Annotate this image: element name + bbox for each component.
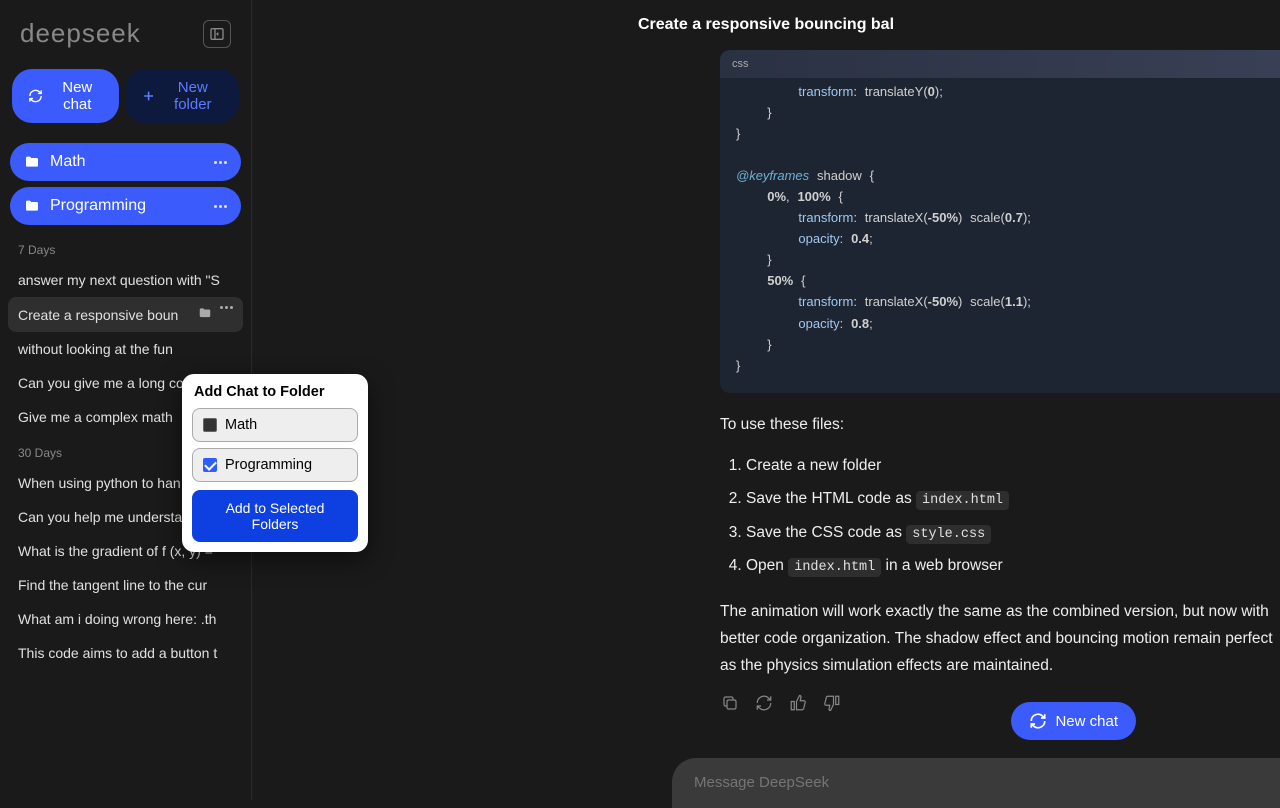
new-chat-button[interactable]: New chat — [12, 69, 119, 123]
copy-button[interactable] — [720, 693, 740, 713]
list-item: Save the HTML code as index.html — [746, 485, 1280, 513]
chat-body: css transform: translateY(0); } } @keyfr… — [252, 50, 1280, 800]
refresh-icon — [1029, 712, 1047, 730]
folder-programming[interactable]: Programming — [10, 187, 241, 225]
folder-label: Math — [50, 153, 86, 171]
copy-icon — [721, 694, 739, 712]
add-to-folder-popup: Add Chat to Folder Math Programming Add … — [182, 374, 368, 552]
chat-item[interactable]: Find the tangent line to the cur — [0, 568, 251, 602]
folder-icon — [198, 306, 212, 320]
code-content: transform: translateY(0); } } @keyframes… — [720, 78, 1280, 393]
thumbs-up-icon — [789, 694, 807, 712]
folder-list: Math Programming — [0, 143, 251, 231]
folder-math[interactable]: Math — [10, 143, 241, 181]
steps-list: Create a new folder Save the HTML code a… — [720, 452, 1280, 580]
refresh-icon — [28, 87, 43, 105]
folder-option-programming[interactable]: Programming — [192, 448, 358, 482]
thumbs-down-icon — [823, 694, 841, 712]
assistant-response: To use these files: Create a new folder … — [720, 411, 1280, 714]
folder-option-label: Programming — [225, 457, 312, 473]
folder-icon — [24, 198, 40, 214]
thumbs-up-button[interactable] — [788, 693, 808, 713]
conversation-title: Create a responsive bouncing bal — [252, 0, 1280, 50]
code-block: css transform: translateY(0); } } @keyfr… — [720, 50, 1280, 393]
message-input[interactable] — [694, 774, 1258, 791]
history-section-7days: 7 Days — [0, 231, 251, 263]
brand-logo: deepseek — [20, 18, 141, 49]
composer — [672, 758, 1280, 808]
collapse-icon — [209, 26, 225, 42]
popup-title: Add Chat to Folder — [192, 384, 358, 400]
sidebar-header: deepseek — [0, 0, 251, 69]
chat-item[interactable]: What am i doing wrong here: .th — [0, 602, 251, 636]
refresh-icon — [755, 694, 773, 712]
checkbox-unchecked[interactable] — [203, 418, 217, 432]
inline-code: index.html — [916, 491, 1009, 510]
inline-code: style.css — [906, 525, 991, 544]
response-intro: To use these files: — [720, 411, 1280, 438]
inline-code: index.html — [788, 558, 881, 577]
chat-menu-button[interactable] — [220, 306, 233, 323]
folder-menu-button[interactable] — [214, 161, 227, 164]
new-folder-button[interactable]: New folder — [125, 69, 239, 123]
folder-icon — [24, 154, 40, 170]
chat-item-active[interactable]: Create a responsive boun — [8, 297, 243, 332]
list-item: Create a new folder — [746, 452, 1280, 479]
thumbs-down-button[interactable] — [822, 693, 842, 713]
new-folder-label: New folder — [163, 79, 223, 113]
collapse-sidebar-button[interactable] — [203, 20, 231, 48]
new-chat-pill[interactable]: New chat — [1011, 702, 1136, 740]
add-to-folders-submit[interactable]: Add to Selected Folders — [192, 490, 358, 542]
folder-menu-button[interactable] — [214, 205, 227, 208]
message-actions — [720, 693, 1280, 713]
chat-item[interactable]: This code aims to add a button t — [0, 636, 251, 670]
code-language-label: css — [720, 50, 1280, 78]
folder-option-math[interactable]: Math — [192, 408, 358, 442]
move-to-folder-button[interactable] — [198, 306, 212, 323]
regenerate-button[interactable] — [754, 693, 774, 713]
chat-item[interactable]: answer my next question with "S — [0, 263, 251, 297]
response-paragraph: The animation will work exactly the same… — [720, 598, 1280, 679]
new-chat-label: New chat — [51, 79, 103, 113]
plus-icon — [141, 87, 156, 105]
list-item: Open index.html in a web browser — [746, 552, 1280, 580]
folder-label: Programming — [50, 197, 146, 215]
main-panel: Create a responsive bouncing bal css tra… — [252, 0, 1280, 800]
sidebar-actions: New chat New folder — [0, 69, 251, 143]
new-chat-pill-label: New chat — [1055, 713, 1118, 730]
checkbox-checked[interactable] — [203, 458, 217, 472]
folder-option-label: Math — [225, 417, 257, 433]
chat-item[interactable]: without looking at the fun — [0, 332, 251, 366]
list-item: Save the CSS code as style.css — [746, 519, 1280, 547]
